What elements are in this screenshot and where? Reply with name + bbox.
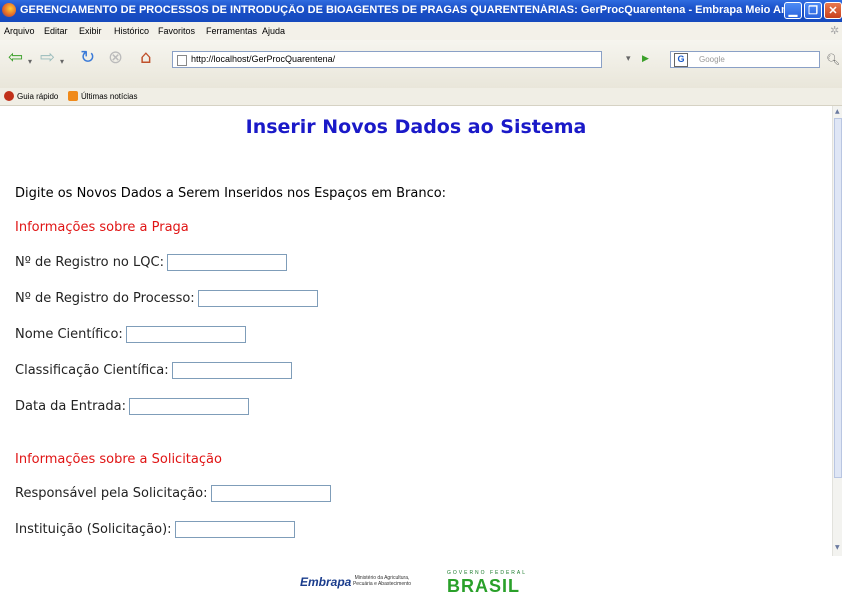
- nome-cientifico-label: Nome Científico:: [15, 327, 123, 342]
- restore-icon[interactable]: ❐: [804, 2, 822, 19]
- embrapa-logo: Embrapa: [300, 575, 352, 589]
- classificacao-cientifica-input[interactable]: [171, 362, 292, 379]
- section-solicitacao-title: Informações sobre a Solicitação: [15, 452, 222, 467]
- page-footer: Embrapa Ministério da Agricultura, Pecuá…: [0, 556, 842, 598]
- field-row-responsavel: Responsável pela Solicitação:: [15, 485, 331, 503]
- registro-lqc-label: Nº de Registro no LQC:: [15, 255, 164, 270]
- throbber-icon: ✲: [830, 25, 840, 37]
- field-row-classificacao-cientifica: Classificação Científica:: [15, 362, 292, 380]
- instituicao-label: Instituição (Solicitação):: [15, 522, 172, 537]
- bookmarks-toolbar: Guia rápido Últimas notícias: [0, 88, 842, 106]
- ministerio-text: Ministério da Agricultura, Pecuária e Ab…: [352, 575, 412, 587]
- data-entrada-label: Data da Entrada:: [15, 399, 126, 414]
- bookmark-ultimas-noticias[interactable]: Últimas notícias: [81, 92, 137, 101]
- url-text: http://localhost/GerProcQuarentena/: [191, 54, 336, 64]
- menu-exibir[interactable]: Exibir: [79, 26, 102, 36]
- registro-processo-label: Nº de Registro do Processo:: [15, 291, 195, 306]
- close-icon[interactable]: ✕: [824, 2, 842, 19]
- menu-historico[interactable]: Histórico: [114, 26, 149, 36]
- url-dropdown-icon[interactable]: ▾: [626, 51, 631, 68]
- menu-editar[interactable]: Editar: [44, 26, 68, 36]
- stop-icon[interactable]: ⊗: [108, 48, 123, 68]
- data-entrada-input[interactable]: [128, 398, 249, 415]
- back-dropdown-icon[interactable]: ▾: [28, 52, 32, 72]
- page-title: Inserir Novos Dados ao Sistema: [245, 116, 587, 138]
- field-row-nome-cientifico: Nome Científico:: [15, 326, 246, 344]
- classificacao-cientifica-label: Classificação Científica:: [15, 363, 169, 378]
- forward-dropdown-icon[interactable]: ▾: [60, 52, 64, 72]
- field-row-registro-processo: Nº de Registro do Processo:: [15, 290, 318, 308]
- window-title: GERENCIAMENTO DE PROCESSOS DE INTRODUÇÃO…: [20, 4, 790, 16]
- menu-favoritos[interactable]: Favoritos: [158, 26, 195, 36]
- bookmark-guia-rapido[interactable]: Guia rápido: [17, 92, 58, 101]
- url-bar[interactable]: http://localhost/GerProcQuarentena/: [172, 51, 602, 68]
- scrollbar-thumb[interactable]: [834, 118, 842, 478]
- field-row-instituicao: Instituição (Solicitação):: [15, 521, 295, 539]
- google-icon[interactable]: G: [674, 53, 688, 67]
- registro-lqc-input[interactable]: [166, 254, 287, 271]
- nome-cientifico-input[interactable]: [125, 326, 246, 343]
- intro-text: Digite os Novos Dados a Serem Inseridos …: [15, 186, 447, 201]
- minimize-icon[interactable]: ▁: [784, 2, 802, 19]
- menu-ferramentas[interactable]: Ferramentas: [206, 26, 257, 36]
- registro-processo-input[interactable]: [197, 290, 318, 307]
- back-icon[interactable]: ⇦: [8, 48, 23, 68]
- search-icon[interactable]: 🔍︎: [826, 51, 840, 68]
- search-placeholder: Google: [699, 55, 725, 64]
- brasil-logo: BRASIL: [447, 576, 520, 596]
- vertical-scrollbar[interactable]: ▲ ▼: [832, 106, 842, 556]
- responsavel-label: Responsável pela Solicitação:: [15, 486, 208, 501]
- scroll-up-icon[interactable]: ▲: [835, 108, 840, 115]
- go-icon[interactable]: ▶: [642, 51, 649, 68]
- forward-icon[interactable]: ⇨: [40, 48, 55, 68]
- page-icon: [177, 55, 187, 66]
- rss-icon: [68, 91, 78, 101]
- field-row-data-entrada: Data da Entrada:: [15, 398, 249, 416]
- reload-icon[interactable]: ↻: [80, 48, 95, 68]
- search-box[interactable]: G Google: [670, 51, 820, 68]
- page-content: Inserir Novos Dados ao Sistema Digite os…: [0, 106, 832, 556]
- section-praga-title: Informações sobre a Praga: [15, 220, 189, 235]
- instituicao-input[interactable]: [174, 521, 295, 538]
- field-row-registro-lqc: Nº de Registro no LQC:: [15, 254, 287, 272]
- home-icon[interactable]: ⌂: [140, 48, 151, 68]
- menu-arquivo[interactable]: Arquivo: [4, 26, 35, 36]
- menu-bar: Arquivo Editar Exibir Histórico Favorito…: [0, 22, 842, 40]
- window-titlebar: GERENCIAMENTO DE PROCESSOS DE INTRODUÇÃO…: [0, 0, 842, 22]
- responsavel-input[interactable]: [210, 485, 331, 502]
- scroll-down-icon[interactable]: ▼: [835, 544, 840, 551]
- menu-ajuda[interactable]: Ajuda: [262, 26, 285, 36]
- navigation-toolbar: ⇦ ▾ ⇨ ▾ ↻ ⊗ ⌂ http://localhost/GerProcQu…: [0, 40, 842, 89]
- guia-rapido-icon: [4, 91, 14, 101]
- firefox-icon: [2, 3, 16, 17]
